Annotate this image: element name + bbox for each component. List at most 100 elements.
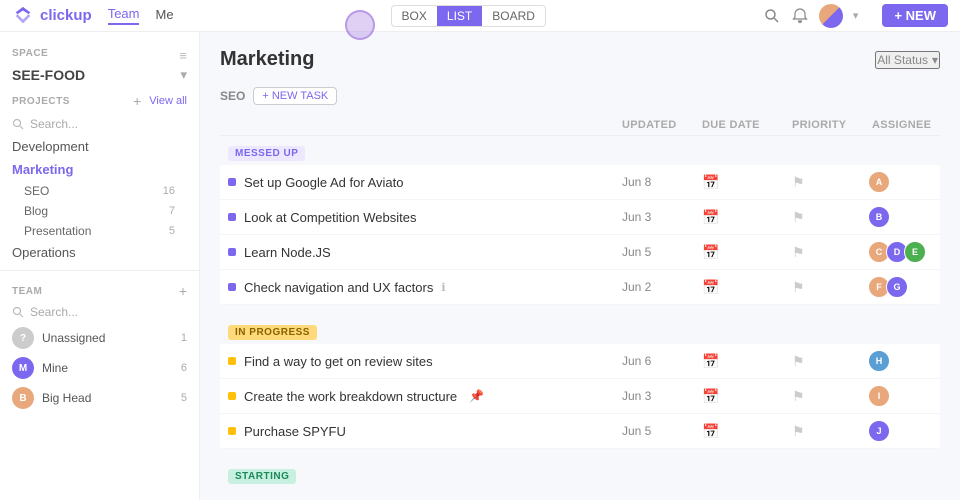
view-tabs: BOX LIST BOARD [391,5,546,27]
priority-icon[interactable]: ⚑ [792,279,805,296]
priority-icon[interactable]: ⚑ [792,174,805,191]
th-assignee: ASSIGNEE [872,119,932,131]
table-row[interactable]: Find a way to get on review sites Jun 6 … [220,344,940,379]
priority-icon[interactable]: ⚑ [792,353,805,370]
calendar-icon[interactable]: 📅 [702,353,719,370]
tab-box[interactable]: BOX [392,6,437,26]
priority-cell: ⚑ [792,279,872,296]
calendar-icon[interactable]: 📅 [702,423,719,440]
priority-cell: ⚑ [792,244,872,261]
new-task-button[interactable]: + NEW TASK [253,87,337,105]
team-item-unassigned[interactable]: ? Unassigned 1 [0,323,199,353]
assignee-cell: B [872,206,932,228]
calendar-icon[interactable]: 📅 [702,209,719,226]
due-date-cell: 📅 [702,174,792,191]
operations-label: Operations [12,245,76,260]
page-header: Marketing All Status ▾ [220,48,940,71]
assignee-cell: I [872,385,932,407]
sidebar-item-operations[interactable]: Operations [0,241,199,264]
table-row[interactable]: Learn Node.JS Jun 5 📅 ⚑ C D E [220,235,940,270]
presentation-count: 5 [169,225,175,237]
assignee-avatar-2: G [886,276,908,298]
tab-board[interactable]: BOARD [482,6,545,26]
settings-icon[interactable]: ≡ [179,48,187,63]
blog-count: 7 [169,205,175,217]
add-team-icon[interactable]: + [179,283,187,299]
assignee-avatar: H [868,350,890,372]
due-date-cell: 📅 [702,423,792,440]
sidebar-item-marketing[interactable]: Marketing [0,158,199,181]
nav-me[interactable]: Me [155,7,173,24]
section-messed-up: MESSED UP Set up Google Ad for Aviato Ju… [220,138,940,305]
space-name[interactable]: SEE-FOOD [12,67,85,83]
sidebar-sub-seo[interactable]: SEO 16 [0,181,199,201]
task-dot [228,213,236,221]
task-updated: Jun 5 [622,424,702,438]
status-badge-starting: STARTING [228,469,296,484]
priority-icon[interactable]: ⚑ [792,388,805,405]
notifications-icon[interactable] [791,7,809,25]
table-row[interactable]: Create the work breakdown structure 📌 Ju… [220,379,940,414]
user-menu-arrow[interactable]: ▾ [853,9,859,22]
team-search[interactable]: Search... [0,301,199,323]
priority-cell: ⚑ [792,353,872,370]
task-name: Set up Google Ad for Aviato [244,175,404,190]
due-date-cell: 📅 [702,279,792,296]
page-title: Marketing [220,48,314,71]
all-status-button[interactable]: All Status ▾ [875,51,940,69]
due-date-cell: 📅 [702,244,792,261]
priority-cell: ⚑ [792,423,872,440]
mine-name: Mine [42,361,173,375]
th-name [228,119,622,131]
sidebar-sub-blog[interactable]: Blog 7 [0,201,199,221]
table-row[interactable]: Look at Competition Websites Jun 3 📅 ⚑ B [220,200,940,235]
assignee-cell: F G [872,276,932,298]
task-dot [228,392,236,400]
team-item-bighead[interactable]: B Big Head 5 [0,383,199,413]
team-header: TEAM + [0,277,199,301]
sidebar-item-development[interactable]: Development [0,135,199,158]
status-badge-in-progress: IN PROGRESS [228,325,317,340]
projects-label: PROJECTS [12,96,70,107]
project-search[interactable]: Search... [0,113,199,135]
presentation-label: Presentation [24,224,91,238]
priority-icon[interactable]: ⚑ [792,244,805,261]
assignee-avatar: I [868,385,890,407]
all-status-chevron: ▾ [932,53,938,67]
tab-list[interactable]: LIST [437,6,482,26]
table-row[interactable]: Check navigation and UX factors ℹ Jun 2 … [220,270,940,305]
user-avatar[interactable] [819,4,843,28]
table-row[interactable]: Purchase SPYFU Jun 5 📅 ⚑ J [220,414,940,449]
space-chevron[interactable]: ▾ [180,67,187,83]
mine-avatar: M [12,357,34,379]
team-search-label: Search... [30,305,78,319]
nav-icons: ▾ [763,4,859,28]
space-label: SPACE [12,48,48,59]
priority-icon[interactable]: ⚑ [792,423,805,440]
task-dot [228,178,236,186]
calendar-icon[interactable]: 📅 [702,174,719,191]
priority-cell: ⚑ [792,209,872,226]
brand-name: clickup [40,7,92,24]
bighead-name: Big Head [42,391,173,405]
blog-label: Blog [24,204,48,218]
new-button[interactable]: + NEW [882,4,948,27]
view-all-link[interactable]: View all [149,95,187,107]
sidebar-sub-presentation[interactable]: Presentation 5 [0,221,199,241]
nav-team[interactable]: Team [108,6,140,25]
priority-icon[interactable]: ⚑ [792,209,805,226]
assignee-cell: A [872,171,932,193]
team-item-mine[interactable]: M Mine 6 [0,353,199,383]
calendar-icon[interactable]: 📅 [702,279,719,296]
task-updated: Jun 3 [622,210,702,224]
task-dot [228,283,236,291]
table-row[interactable]: Set up Google Ad for Aviato Jun 8 📅 ⚑ A [220,165,940,200]
add-project-icon[interactable]: + [133,93,141,109]
task-name-cell: Check navigation and UX factors ℹ [228,280,622,295]
th-updated: UPDATED [622,119,702,131]
seo-label: SEO [24,184,49,198]
calendar-icon[interactable]: 📅 [702,244,719,261]
logo[interactable]: clickup [12,5,92,27]
calendar-icon[interactable]: 📅 [702,388,719,405]
search-icon[interactable] [763,7,781,25]
